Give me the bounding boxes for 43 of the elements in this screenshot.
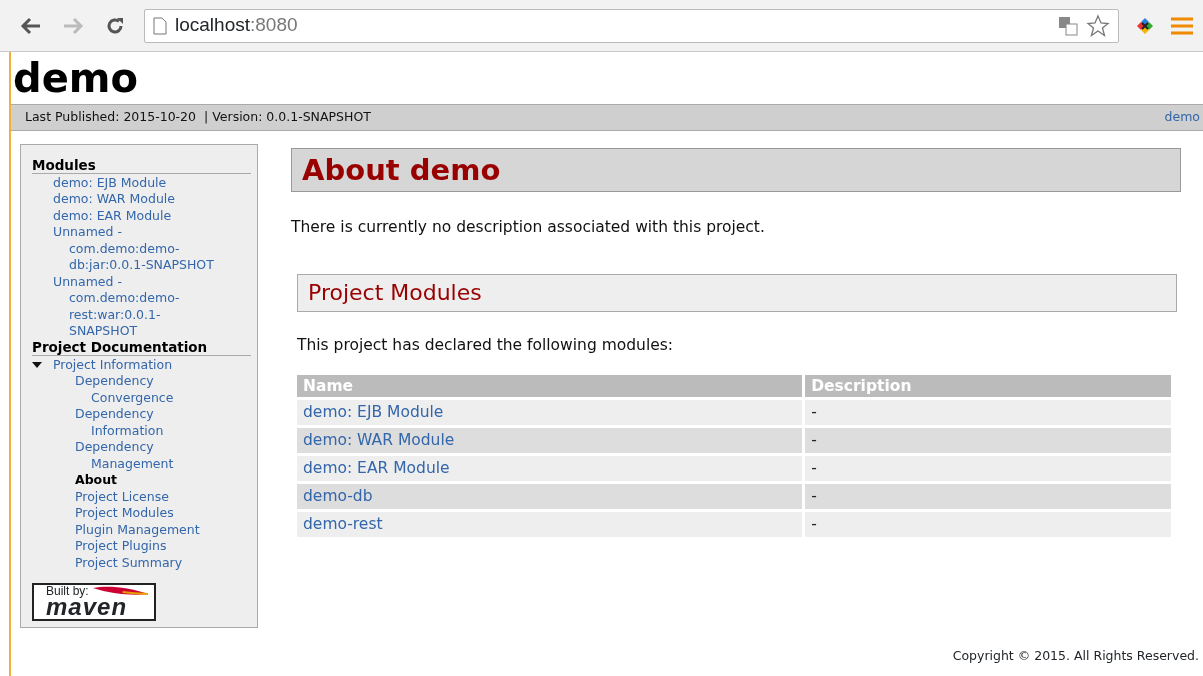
column-header: Description <box>805 375 1171 398</box>
page-icon <box>153 16 167 35</box>
nav-link[interactable]: Unnamed - com.demo:demo-db:jar:0.0.1-SNAPSHOT <box>53 224 217 274</box>
table-cell: - <box>805 456 1171 482</box>
version-text: | Version: 0.0.1-SNAPSHOT <box>204 109 371 124</box>
nav-link[interactable]: Project Modules <box>75 505 174 522</box>
extension-icon[interactable] <box>1135 15 1155 36</box>
module-link[interactable]: demo-rest <box>303 515 383 534</box>
breadcrumb-link[interactable]: demo <box>1164 108 1200 127</box>
copyright-text: Copyright © 2015. All Rights Reserved. <box>952 647 1199 666</box>
star-icon[interactable] <box>1086 13 1110 38</box>
nav-link[interactable]: Project Summary <box>75 554 183 572</box>
nav-link[interactable]: Project License <box>75 488 169 506</box>
nav-link[interactable]: demo: WAR Module <box>53 191 175 208</box>
expanded-triangle-icon[interactable] <box>32 360 42 369</box>
section-text: This project has declared the following modules: <box>297 335 675 356</box>
nav-item-current: About <box>75 472 118 489</box>
nav-link[interactable]: Project Plugins <box>75 538 167 555</box>
section-heading: Project Modules <box>297 274 1177 312</box>
nav-link[interactable]: Plugin Management <box>75 521 200 539</box>
description-text: There is currently no description associated with this project. <box>291 216 766 238</box>
nav-link[interactable]: Project Information <box>53 356 173 374</box>
published-date: Last Published: 2015-10-20 <box>25 109 197 124</box>
nav-link[interactable]: Dependency Information <box>75 406 217 440</box>
nav-link[interactable]: demo: EAR Module <box>53 207 172 225</box>
table-cell: - <box>805 484 1171 510</box>
table-cell: - <box>805 512 1171 538</box>
nav-link[interactable]: demo: EJB Module <box>53 174 167 192</box>
site-title: demo <box>12 54 139 103</box>
feather-icon <box>92 585 148 598</box>
section-heading: Modules <box>32 157 251 174</box>
page-heading: About demo <box>291 147 1181 192</box>
nav-link[interactable]: Dependency Convergence <box>75 373 217 407</box>
column-header: Name <box>297 375 803 398</box>
module-link[interactable]: demo-db <box>303 487 373 506</box>
translate-icon[interactable] <box>1058 15 1078 36</box>
address-bar[interactable]: localhost:8080 <box>144 8 1119 43</box>
nav-link[interactable]: Dependency Management <box>75 439 217 473</box>
section-heading: Project Documentation <box>32 339 251 356</box>
nav-link[interactable]: Unnamed - com.demo:demo-rest:war:0.0.1-SNAPSHOT <box>53 273 217 340</box>
url-text: localhost:8080 <box>175 13 299 38</box>
table-cell: - <box>805 400 1171 426</box>
table-cell: - <box>805 428 1171 454</box>
